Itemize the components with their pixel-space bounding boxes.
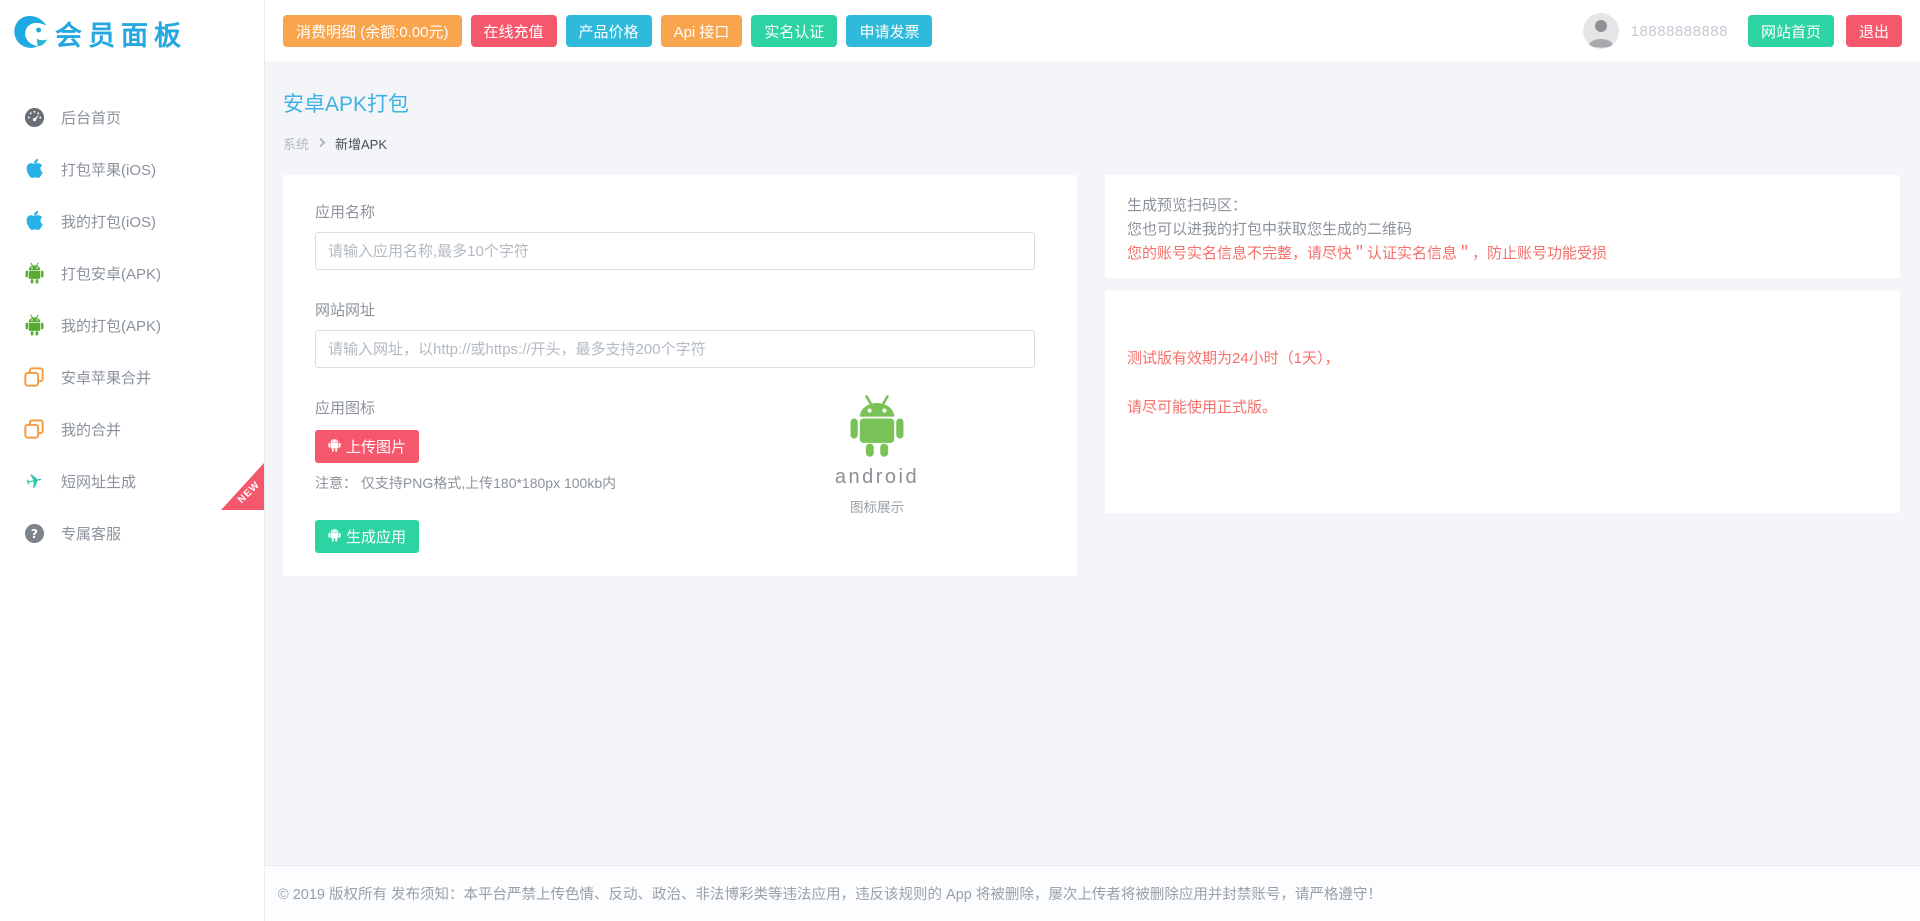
qr-panel-line1: 生成预览扫码区： bbox=[1127, 194, 1878, 218]
content-columns: 应用名称 网站网址 应用图标 bbox=[283, 175, 1900, 576]
sidebar: 会员面板 后台首页 bbox=[0, 0, 265, 921]
page-title: 安卓APK打包 bbox=[283, 88, 1900, 118]
android-icon bbox=[328, 527, 341, 546]
apk-form-card: 应用名称 网站网址 应用图标 bbox=[283, 175, 1077, 576]
sidebar-item-label: 打包安卓(APK) bbox=[61, 263, 161, 284]
copy-icon bbox=[22, 417, 46, 441]
sidebar-item-package-apk[interactable]: 打包安卓(APK) bbox=[0, 247, 264, 299]
question-icon: ? bbox=[22, 521, 46, 545]
sidebar-item-label: 专属客服 bbox=[61, 523, 121, 544]
android-wordmark: android bbox=[807, 466, 947, 489]
real-name-warning: 您的账号实名信息不完整，请尽快＂认证实名信息＂，防止账号功能受损 bbox=[1127, 242, 1878, 266]
footer: © 2019 版权所有 发布须知：本平台严禁上传色情、反动、政治、非法博彩类等违… bbox=[265, 865, 1920, 921]
sidebar-item-label: 打包苹果(iOS) bbox=[61, 159, 156, 180]
product-price-button[interactable]: 产品价格 bbox=[566, 15, 652, 47]
trial-notice-line1: 测试版有效期为24小时（1天）， bbox=[1127, 347, 1878, 368]
brand-logo[interactable]: 会员面板 bbox=[0, 0, 264, 66]
site-url-label: 网站网址 bbox=[315, 299, 1045, 320]
app-window: 会员面板 后台首页 bbox=[0, 0, 1920, 921]
invoice-button[interactable]: 申请发票 bbox=[846, 15, 932, 47]
online-recharge-button[interactable]: 在线充值 bbox=[471, 15, 557, 47]
sidebar-item-my-merge[interactable]: 我的合并 bbox=[0, 403, 264, 455]
android-icon bbox=[22, 313, 46, 337]
breadcrumb: 系统 新增APK bbox=[283, 134, 1900, 153]
sidebar-item-package-ios[interactable]: 打包苹果(iOS) bbox=[0, 143, 264, 195]
android-robot-icon bbox=[849, 445, 905, 462]
android-icon bbox=[328, 437, 341, 456]
sidebar-item-dashboard[interactable]: 后台首页 bbox=[0, 91, 264, 143]
app-name-input[interactable] bbox=[315, 232, 1035, 270]
sidebar-item-label: 后台首页 bbox=[61, 107, 121, 128]
apple-icon bbox=[22, 157, 46, 181]
qr-preview-panel: 生成预览扫码区： 您也可以进我的打包中获取您生成的二维码 您的账号实名信息不完整… bbox=[1105, 175, 1900, 278]
trial-notice-panel: 测试版有效期为24小时（1天）， 请尽可能使用正式版。 bbox=[1105, 291, 1900, 513]
sidebar-item-label: 短网址生成 bbox=[61, 471, 136, 492]
topbar: 消费明细 (余额:0.00元) 在线充值 产品价格 Api 接口 实名认证 申请… bbox=[265, 0, 1920, 63]
plane-icon: ✈ bbox=[22, 469, 46, 493]
content-area: 安卓APK打包 系统 新增APK 应用名称 网站网址 应用图标 bbox=[265, 63, 1920, 865]
consumption-detail-button[interactable]: 消费明细 (余额:0.00元) bbox=[283, 15, 462, 47]
sidebar-nav: 后台首页 打包苹果(iOS) 我的打包(iO bbox=[0, 91, 264, 559]
icon-preview-caption: 图标展示 bbox=[807, 496, 947, 516]
copyright-text: © 2019 版权所有 发布须知：本平台严禁上传色情、反动、政治、非法博彩类等违… bbox=[278, 883, 1382, 904]
sidebar-item-my-ios[interactable]: 我的打包(iOS) bbox=[0, 195, 264, 247]
right-column: 生成预览扫码区： 您也可以进我的打包中获取您生成的二维码 您的账号实名信息不完整… bbox=[1105, 175, 1900, 513]
sidebar-item-label: 我的合并 bbox=[61, 419, 121, 440]
sidebar-item-short-url[interactable]: ✈ 短网址生成 NEW bbox=[0, 455, 264, 507]
chevron-right-icon bbox=[318, 136, 326, 151]
sidebar-item-label: 安卓苹果合并 bbox=[61, 367, 151, 388]
breadcrumb-section[interactable]: 系统 bbox=[283, 134, 309, 153]
sidebar-item-my-apk[interactable]: 我的打包(APK) bbox=[0, 299, 264, 351]
toolbar: 消费明细 (余额:0.00元) 在线充值 产品价格 Api 接口 实名认证 申请… bbox=[283, 15, 932, 47]
brand-title: 会员面板 bbox=[55, 14, 187, 53]
sidebar-item-label: 我的打包(iOS) bbox=[61, 211, 156, 232]
svg-text:?: ? bbox=[30, 525, 37, 540]
icon-preview: android 图标展示 bbox=[807, 393, 947, 516]
user-area: 18888888888 网站首页 退出 bbox=[1583, 13, 1902, 49]
trial-notice-line2: 请尽可能使用正式版。 bbox=[1127, 396, 1878, 417]
apple-icon bbox=[22, 209, 46, 233]
qr-panel-line2: 您也可以进我的打包中获取您生成的二维码 bbox=[1127, 218, 1878, 242]
sidebar-item-merge[interactable]: 安卓苹果合并 bbox=[0, 351, 264, 403]
dashboard-icon bbox=[22, 105, 46, 129]
generate-app-button[interactable]: 生成应用 bbox=[315, 520, 419, 553]
copy-icon bbox=[22, 365, 46, 389]
user-phone: 18888888888 bbox=[1631, 23, 1728, 40]
sidebar-item-label: 我的打包(APK) bbox=[61, 315, 161, 336]
main-column: 消费明细 (余额:0.00元) 在线充值 产品价格 Api 接口 实名认证 申请… bbox=[265, 0, 1920, 921]
upload-image-button[interactable]: 上传图片 bbox=[315, 430, 419, 463]
logout-button[interactable]: 退出 bbox=[1846, 15, 1902, 47]
brand-fish-icon bbox=[12, 12, 50, 55]
new-badge: NEW bbox=[221, 463, 264, 510]
site-url-input[interactable] bbox=[315, 330, 1035, 368]
sidebar-item-support[interactable]: ? 专属客服 bbox=[0, 507, 264, 559]
real-name-auth-button[interactable]: 实名认证 bbox=[751, 15, 837, 47]
site-home-button[interactable]: 网站首页 bbox=[1748, 15, 1834, 47]
breadcrumb-current: 新增APK bbox=[335, 134, 387, 153]
avatar[interactable] bbox=[1583, 13, 1619, 49]
android-icon bbox=[22, 261, 46, 285]
api-button[interactable]: Api 接口 bbox=[661, 15, 743, 47]
app-name-label: 应用名称 bbox=[315, 201, 1045, 222]
